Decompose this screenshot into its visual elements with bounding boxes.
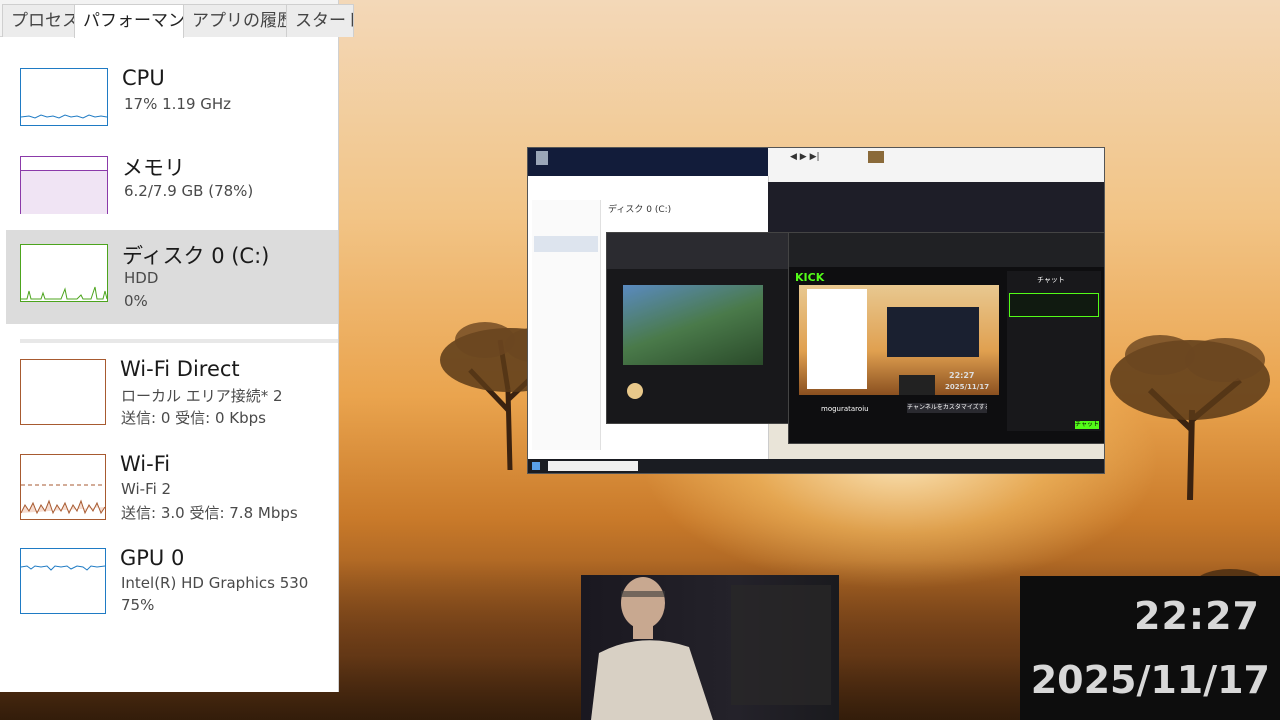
disk-title: ディスク 0 (C:) [122,244,270,268]
kick-customize-button: チャンネルをカスタマイズする。 [907,403,987,413]
tree-right [1110,335,1270,500]
kick-chat-button: チャット [1075,421,1099,429]
media-thumbnail [868,151,884,163]
perf-item-gpu[interactable]: GPU 0 Intel(R) HD Graphics 530 75% [6,534,338,626]
tab-app-history[interactable]: アプリの履歴 [183,4,287,37]
nested-kick-browser: KICK 22:27 2025/11/17 チャット チャット mogurata… [788,232,1104,444]
cpu-graph [20,68,108,126]
wifi-direct-graph [20,359,106,425]
kick-chat-panel: チャット チャット [1007,271,1101,431]
recycle-bin-icon [536,151,548,165]
wifi-direct-adapter: ローカル エリア接続* 2 [121,387,283,405]
kick-logo: KICK [795,271,825,284]
gpu-usage: 75% [121,596,155,614]
person-silhouette [591,577,713,720]
memory-usage: 6.2/7.9 GB (78%) [124,182,254,200]
tab-bar: プロセス パフォーマンス アプリの履歴 スタート [0,0,354,38]
wifi-throughput: 送信: 3.0 受信: 7.8 Mbps [121,504,298,522]
nested-start-icon [532,462,540,470]
gpu-graph [20,548,106,614]
wifi-title: Wi-Fi [120,452,171,476]
perf-item-memory[interactable]: メモリ 6.2/7.9 GB (78%) [6,142,338,234]
kick-stream-preview: 22:27 2025/11/17 [799,285,999,395]
perf-item-disk[interactable]: ディスク 0 (C:) HDD 0% [6,230,338,324]
nested-screen-capture: ◀ ▶ ▶| ディスク 0 (C:) KICK 22:27 2025/11/17… [527,147,1105,474]
nested-clock-date: 2025/11/17 [945,383,990,391]
clock-time: 22:27 [1134,594,1260,638]
gpu-title: GPU 0 [120,546,185,570]
nested-disk-heading: ディスク 0 (C:) [608,205,672,215]
nested-streaming-app [768,182,1104,232]
tab-performance[interactable]: パフォーマンス [74,4,184,38]
disk-type: HDD [124,269,159,287]
clock-date: 2025/11/17 [1030,658,1270,702]
play-icon: ◀ ▶ ▶| [790,152,820,162]
kick-chat-title: チャット [1037,276,1065,284]
gpu-model: Intel(R) HD Graphics 530 [121,574,309,592]
memory-graph [20,156,108,214]
clock-overlay: 22:27 2025/11/17 [1020,576,1280,720]
nested-twitch-browser [606,232,790,424]
nested-taskbar [528,459,1104,473]
nested-game-video [623,285,763,365]
wifi-direct-throughput: 送信: 0 受信: 0 Kbps [121,409,266,427]
nested-desktop-top [528,148,768,176]
wifi-adapter: Wi-Fi 2 [121,480,172,498]
disk-graph [20,244,108,302]
kick-streamer-name: mogurataroiu [821,405,869,413]
wifi-graph [20,454,106,520]
tab-processes[interactable]: プロセス [2,4,76,37]
tab-startup[interactable]: スタート [286,4,354,37]
disk-usage: 0% [124,292,148,310]
nested-clock-time: 22:27 [949,371,975,380]
cpu-title: CPU [122,66,165,90]
task-manager-window: プロセス パフォーマンス アプリの履歴 スタート CPU 17% 1.19 GH… [0,0,354,692]
perf-item-wifi-direct[interactable]: Wi-Fi Direct ローカル エリア接続* 2 送信: 0 受信: 0 K… [6,345,338,437]
memory-title: メモリ [122,156,185,180]
webcam-feed [581,575,839,720]
perf-item-cpu[interactable]: CPU 17% 1.19 GHz [6,54,338,146]
scroll-divider [20,339,338,343]
wifi-direct-title: Wi-Fi Direct [120,357,240,381]
perf-item-wifi[interactable]: Wi-Fi Wi-Fi 2 送信: 3.0 受信: 7.8 Mbps [6,440,338,532]
cpu-usage: 17% 1.19 GHz [124,95,232,113]
media-player-window: ◀ ▶ ▶| [768,148,1104,183]
